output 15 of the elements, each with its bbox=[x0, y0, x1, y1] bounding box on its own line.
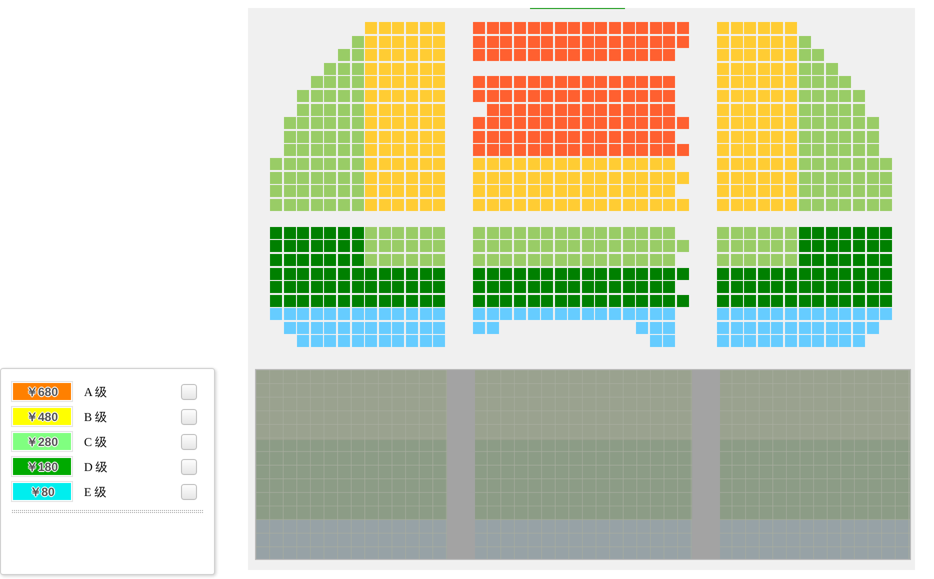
grade-label: C 级 bbox=[84, 434, 108, 450]
grade-label: B 级 bbox=[84, 408, 108, 426]
grade-checkbox[interactable] bbox=[181, 458, 197, 474]
grade-checkbox[interactable] bbox=[181, 408, 197, 424]
grade-checkbox[interactable] bbox=[181, 384, 197, 400]
grade-label: E 级 bbox=[84, 484, 106, 500]
grade-checkbox[interactable] bbox=[181, 484, 197, 500]
grade-label: A 级 bbox=[84, 384, 108, 400]
grade-checkbox[interactable] bbox=[181, 434, 197, 450]
price-swatch: ￥80 bbox=[12, 482, 72, 501]
price-swatch: ￥480 bbox=[12, 407, 72, 426]
price-swatch: ￥280 bbox=[12, 432, 72, 451]
price-swatch: ￥180 bbox=[12, 457, 72, 476]
price-swatch: ￥680 bbox=[12, 382, 72, 401]
grade-label: D 级 bbox=[84, 458, 108, 476]
